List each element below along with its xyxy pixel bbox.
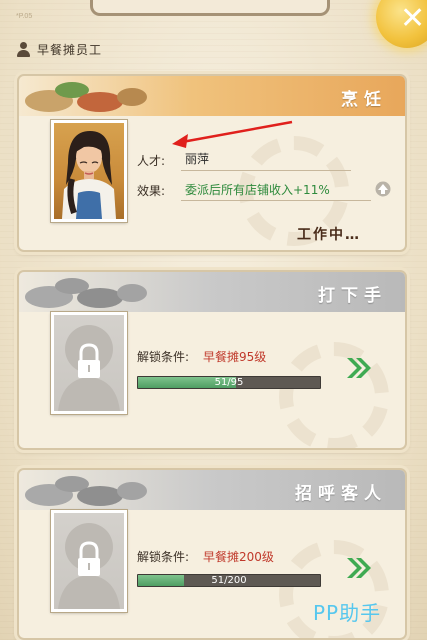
- unlock-condition-label: 解锁条件:: [137, 350, 190, 364]
- locked-portrait: [51, 510, 127, 612]
- double-chevron-right-icon[interactable]: [345, 556, 373, 580]
- card-header: 打下手: [19, 272, 405, 312]
- annotation-arrow: [172, 120, 293, 148]
- section-title: 早餐摊员工: [16, 40, 102, 58]
- talent-name: 丽萍: [185, 152, 210, 166]
- unlock-progress-bar: 51/200: [137, 574, 321, 587]
- food-decoration: [25, 474, 155, 510]
- page-number: *P.05: [16, 13, 33, 20]
- effect-text: 委派后所有店铺收入+11%: [185, 183, 330, 197]
- effect-label: 效果:: [137, 184, 166, 198]
- unlock-condition-value: 早餐摊200级: [203, 550, 274, 564]
- progress-text: 51/200: [211, 575, 247, 586]
- effect-underline: [181, 200, 371, 201]
- locked-portrait: [51, 312, 127, 414]
- card-title: 招呼客人: [295, 484, 387, 504]
- unlock-condition-value: 早餐摊95级: [203, 350, 267, 364]
- talent-underline: [181, 170, 351, 171]
- notebook-binder: [90, 0, 330, 16]
- staff-card-cook: 烹饪 人才: 丽萍 效果: 委派后所有店铺收入+11% 工作中…: [17, 74, 407, 252]
- work-status: 工作中…: [297, 227, 361, 243]
- talent-label: 人才:: [137, 154, 166, 168]
- close-icon[interactable]: ✕: [376, 0, 427, 48]
- staff-portrait[interactable]: [51, 120, 127, 222]
- unlock-progress-bar: 51/95: [137, 376, 321, 389]
- user-icon: [16, 41, 31, 57]
- section-title-text: 早餐摊员工: [37, 42, 103, 57]
- up-arrow-icon: [375, 181, 391, 197]
- card-header: 招呼客人: [19, 470, 405, 510]
- card-header: 烹饪: [19, 76, 405, 116]
- app-watermark: PP助手: [313, 601, 382, 625]
- food-decoration: [25, 276, 155, 312]
- staff-card-helper: 打下手 解锁条件: 早餐摊95级 51/95: [17, 270, 407, 450]
- progress-text: 51/95: [214, 377, 244, 388]
- card-title: 烹饪: [341, 90, 387, 110]
- unlock-condition-label: 解锁条件:: [137, 550, 190, 564]
- double-chevron-right-icon[interactable]: [345, 356, 373, 380]
- food-decoration: [25, 80, 155, 116]
- card-title: 打下手: [318, 286, 387, 306]
- top-bar: *P.05: [0, 0, 427, 30]
